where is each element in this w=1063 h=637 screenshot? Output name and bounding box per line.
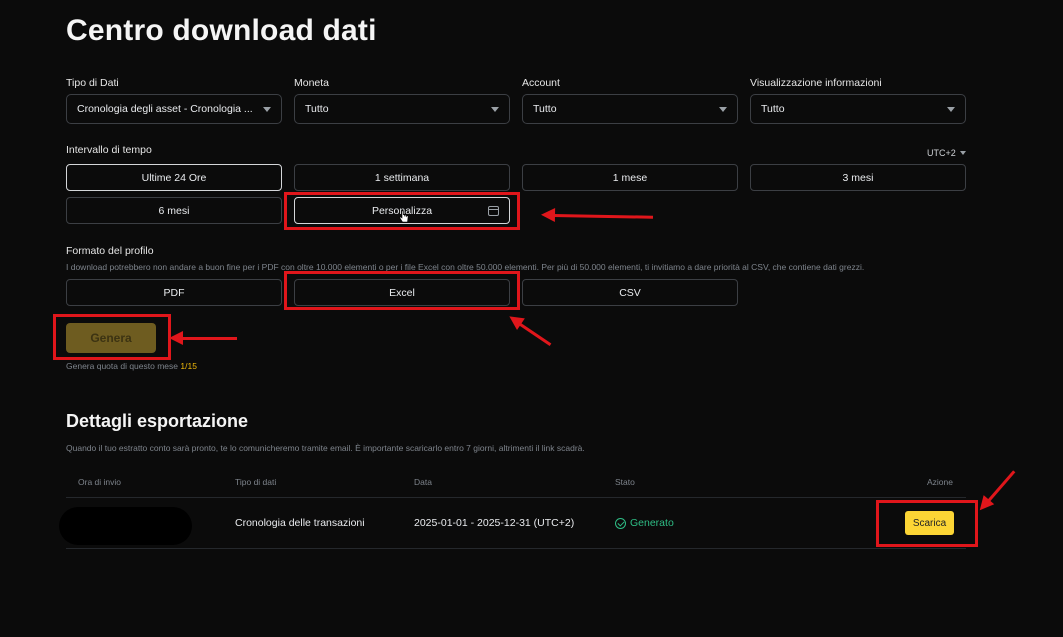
chevron-down-icon — [491, 106, 499, 112]
data-type-value: Cronologia degli asset - Cronologia ... — [77, 103, 253, 115]
data-type-label: Tipo di Dati — [66, 77, 119, 89]
highlight-excel-format — [284, 271, 520, 310]
account-select[interactable]: Tutto — [522, 94, 738, 124]
page-title: Centro download dati — [66, 14, 377, 47]
time-option-1-week[interactable]: 1 settimana — [294, 164, 510, 191]
check-circle-icon — [615, 517, 626, 529]
arrow-to-generate-button — [169, 331, 237, 345]
format-option-pdf[interactable]: PDF — [66, 279, 282, 306]
highlight-generate-button — [53, 314, 171, 360]
data-type-select[interactable]: Cronologia degli asset - Cronologia ... — [66, 94, 282, 124]
highlight-download-button — [876, 500, 978, 547]
export-note: Quando il tuo estratto conto sarà pronto… — [66, 443, 585, 453]
display-label: Visualizzazione informazioni — [750, 77, 882, 89]
currency-value: Tutto — [305, 103, 329, 115]
highlight-custom-range — [284, 192, 520, 230]
export-title: Dettagli esportazione — [66, 411, 249, 431]
column-header-date: Data — [414, 477, 432, 487]
redacted-sent-time — [59, 507, 192, 545]
format-option-csv[interactable]: CSV — [522, 279, 738, 306]
currency-select[interactable]: Tutto — [294, 94, 510, 124]
table-header-divider — [66, 497, 966, 498]
chevron-down-icon — [959, 151, 966, 155]
timezone-value: UTC+2 — [927, 148, 956, 158]
time-option-24h[interactable]: Ultime 24 Ore — [66, 164, 282, 191]
generate-quota-value: 1/15 — [180, 361, 197, 371]
column-header-data-type: Tipo di dati — [235, 477, 277, 487]
account-label: Account — [522, 77, 560, 89]
column-header-action: Azione — [927, 477, 953, 487]
account-value: Tutto — [533, 103, 557, 115]
chevron-down-icon — [263, 106, 271, 112]
time-option-6-months[interactable]: 6 mesi — [66, 197, 282, 224]
row-date: 2025-01-01 - 2025-12-31 (UTC+2) — [414, 517, 575, 529]
chevron-down-icon — [947, 106, 955, 112]
time-option-1-month[interactable]: 1 mese — [522, 164, 738, 191]
format-label: Formato del profilo — [66, 245, 154, 257]
chevron-down-icon — [719, 106, 727, 112]
row-status: Generato — [615, 517, 674, 529]
arrow-to-excel-format — [518, 322, 552, 346]
row-status-label: Generato — [630, 517, 674, 529]
time-range-label: Intervallo di tempo — [66, 144, 152, 156]
row-data-type: Cronologia delle transazioni — [235, 517, 365, 529]
display-select[interactable]: Tutto — [750, 94, 966, 124]
timezone-select[interactable]: UTC+2 — [927, 148, 966, 158]
time-option-3-months[interactable]: 3 mesi — [750, 164, 966, 191]
arrow-to-custom-range — [552, 214, 654, 219]
table-row-divider — [66, 548, 966, 549]
column-header-status: Stato — [615, 477, 635, 487]
arrow-to-download-button — [986, 470, 1016, 503]
column-header-sent-time: Ora di invio — [78, 477, 121, 487]
generate-quota-label: Genera quota di questo mese — [66, 361, 178, 371]
currency-label: Moneta — [294, 77, 330, 89]
display-value: Tutto — [761, 103, 785, 115]
generate-quota: Genera quota di questo mese 1/15 — [66, 361, 197, 371]
